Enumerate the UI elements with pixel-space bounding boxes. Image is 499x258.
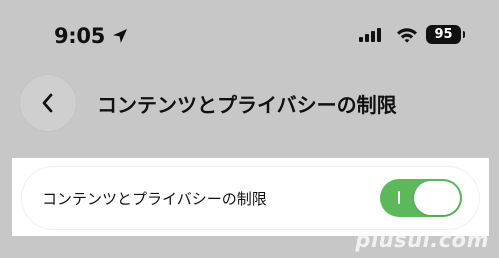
wifi-icon [396,27,418,43]
toggle-on-indicator [398,191,400,204]
status-icons: 95 [359,25,465,44]
location-arrow-icon [111,27,129,45]
row-label: コンテンツとプライバシーの制限 [42,190,267,208]
content-privacy-restrictions-toggle[interactable] [380,179,462,217]
back-button[interactable] [20,75,76,131]
toggle-knob [414,181,460,215]
chevron-left-icon [39,92,57,114]
battery-icon: 95 [426,25,465,44]
status-bar: 9:05 95 [0,0,499,70]
watermark: plusul.com [355,228,489,252]
status-time: 9:05 [54,24,106,48]
time-group: 9:05 [54,24,129,48]
cellular-signal-icon [359,27,386,43]
page-title: コンテンツとプライバシーの制限 [97,93,397,117]
